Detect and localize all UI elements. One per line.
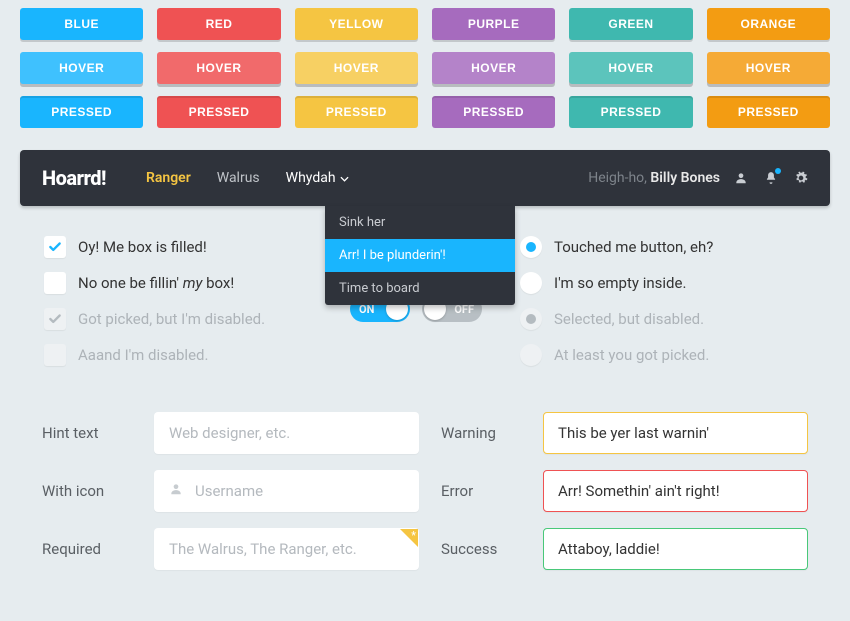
checkbox-empty[interactable]: No one be fillin' my box!	[44, 272, 330, 294]
radio-disabled-empty: At least you got picked.	[520, 344, 806, 366]
yellow-button-pressed[interactable]: PRESSED	[295, 96, 418, 128]
red-button-pressed[interactable]: PRESSED	[157, 96, 280, 128]
blue-button-hover[interactable]: HOVER	[20, 52, 143, 84]
checkbox-label: Aaand I'm disabled.	[78, 346, 208, 364]
purple-button-hover[interactable]: HOVER	[432, 52, 555, 84]
checkbox-label: Oy! Me box is filled!	[78, 238, 207, 256]
success-label: Success	[441, 540, 521, 558]
gear-icon[interactable]	[794, 171, 808, 185]
radio-circle	[520, 236, 542, 258]
green-button-pressed[interactable]: PRESSED	[569, 96, 692, 128]
radio-label: I'm so empty inside.	[554, 274, 686, 292]
dropdown-item-board[interactable]: Time to board	[325, 272, 515, 305]
error-label: Error	[441, 482, 521, 500]
required-placeholder: The Walrus, The Ranger, etc.	[169, 540, 357, 558]
hint-input[interactable]: Web designer, etc.	[154, 412, 419, 454]
warning-label: Warning	[441, 424, 521, 442]
radio-disabled-selected: Selected, but disabled.	[520, 308, 806, 330]
checkbox-box	[44, 236, 66, 258]
checkbox-box	[44, 308, 66, 330]
radio-empty[interactable]: I'm so empty inside.	[520, 272, 806, 294]
user-icon[interactable]	[734, 171, 748, 185]
blue-button-pressed[interactable]: PRESSED	[20, 96, 143, 128]
form-inputs-section: Hint text Web designer, etc. Warning Thi…	[20, 404, 830, 570]
nav-links: Ranger Walrus Whydah	[146, 170, 349, 186]
chevron-down-icon	[340, 170, 349, 186]
bell-icon[interactable]	[764, 171, 778, 185]
radio-column: Touched me button, eh? I'm so empty insi…	[520, 236, 806, 380]
red-button-hover[interactable]: HOVER	[157, 52, 280, 84]
checkbox-box	[44, 272, 66, 294]
radio-circle	[520, 272, 542, 294]
orange-button-hover[interactable]: HOVER	[707, 52, 830, 84]
yellow-button-hover[interactable]: HOVER	[295, 52, 418, 84]
nav-link-walrus[interactable]: Walrus	[217, 170, 260, 186]
brand-logo: Hoarrd!	[42, 166, 106, 190]
hint-label: Hint text	[42, 424, 132, 442]
radio-label: Touched me button, eh?	[554, 238, 713, 256]
icon-placeholder: Username	[195, 482, 263, 500]
radio-dot	[526, 242, 536, 252]
icon-label: With icon	[42, 482, 132, 500]
nav-link-ranger[interactable]: Ranger	[146, 170, 191, 186]
greeting: Heigh-ho, Billy Bones	[588, 170, 720, 186]
purple-button[interactable]: PURPLE	[432, 8, 555, 40]
button-showcase-grid: BLUE RED YELLOW PURPLE GREEN ORANGE HOVE…	[20, 8, 830, 128]
success-input[interactable]: Attaboy, laddie!	[543, 528, 808, 570]
orange-button[interactable]: ORANGE	[707, 8, 830, 40]
dropdown-item-sink[interactable]: Sink her	[325, 206, 515, 239]
checkbox-label: No one be fillin' my box!	[78, 274, 234, 292]
greeting-name: Billy Bones	[650, 170, 720, 186]
required-input[interactable]: The Walrus, The Ranger, etc.	[154, 528, 419, 570]
radio-label: Selected, but disabled.	[554, 310, 704, 328]
checkbox-label: Got picked, but I'm disabled.	[78, 310, 265, 328]
warning-value: This be yer last warnin'	[558, 424, 709, 442]
greeting-prefix: Heigh-ho,	[588, 170, 650, 186]
purple-button-pressed[interactable]: PRESSED	[432, 96, 555, 128]
nav-link-whydah[interactable]: Whydah	[286, 170, 349, 186]
green-button-hover[interactable]: HOVER	[569, 52, 692, 84]
navbar: Hoarrd! Ranger Walrus Whydah Heigh-ho, B…	[20, 150, 830, 206]
whydah-dropdown: Sink her Arr! I be plunderin'! Time to b…	[325, 206, 515, 305]
hint-placeholder: Web designer, etc.	[169, 424, 290, 442]
checkbox-column: Oy! Me box is filled! No one be fillin' …	[44, 236, 330, 380]
checkbox-disabled-empty: Aaand I'm disabled.	[44, 344, 330, 366]
required-label: Required	[42, 540, 132, 558]
required-badge	[400, 529, 418, 547]
nav-link-whydah-label: Whydah	[286, 170, 336, 186]
radio-circle	[520, 308, 542, 330]
green-button[interactable]: GREEN	[569, 8, 692, 40]
warning-input[interactable]: This be yer last warnin'	[543, 412, 808, 454]
icon-input[interactable]: Username	[154, 470, 419, 512]
radio-label: At least you got picked.	[554, 346, 709, 364]
error-value: Arr! Somethin' ain't right!	[558, 482, 720, 500]
red-button[interactable]: RED	[157, 8, 280, 40]
radio-selected[interactable]: Touched me button, eh?	[520, 236, 806, 258]
user-icon	[169, 482, 183, 500]
checkbox-box	[44, 344, 66, 366]
checkbox-filled[interactable]: Oy! Me box is filled!	[44, 236, 330, 258]
success-value: Attaboy, laddie!	[558, 540, 660, 558]
blue-button[interactable]: BLUE	[20, 8, 143, 40]
error-input[interactable]: Arr! Somethin' ain't right!	[543, 470, 808, 512]
radio-circle	[520, 344, 542, 366]
orange-button-pressed[interactable]: PRESSED	[707, 96, 830, 128]
yellow-button[interactable]: YELLOW	[295, 8, 418, 40]
radio-dot	[526, 314, 536, 324]
dropdown-item-plunder[interactable]: Arr! I be plunderin'!	[325, 239, 515, 272]
notification-dot	[775, 168, 781, 174]
checkbox-disabled-checked: Got picked, but I'm disabled.	[44, 308, 330, 330]
